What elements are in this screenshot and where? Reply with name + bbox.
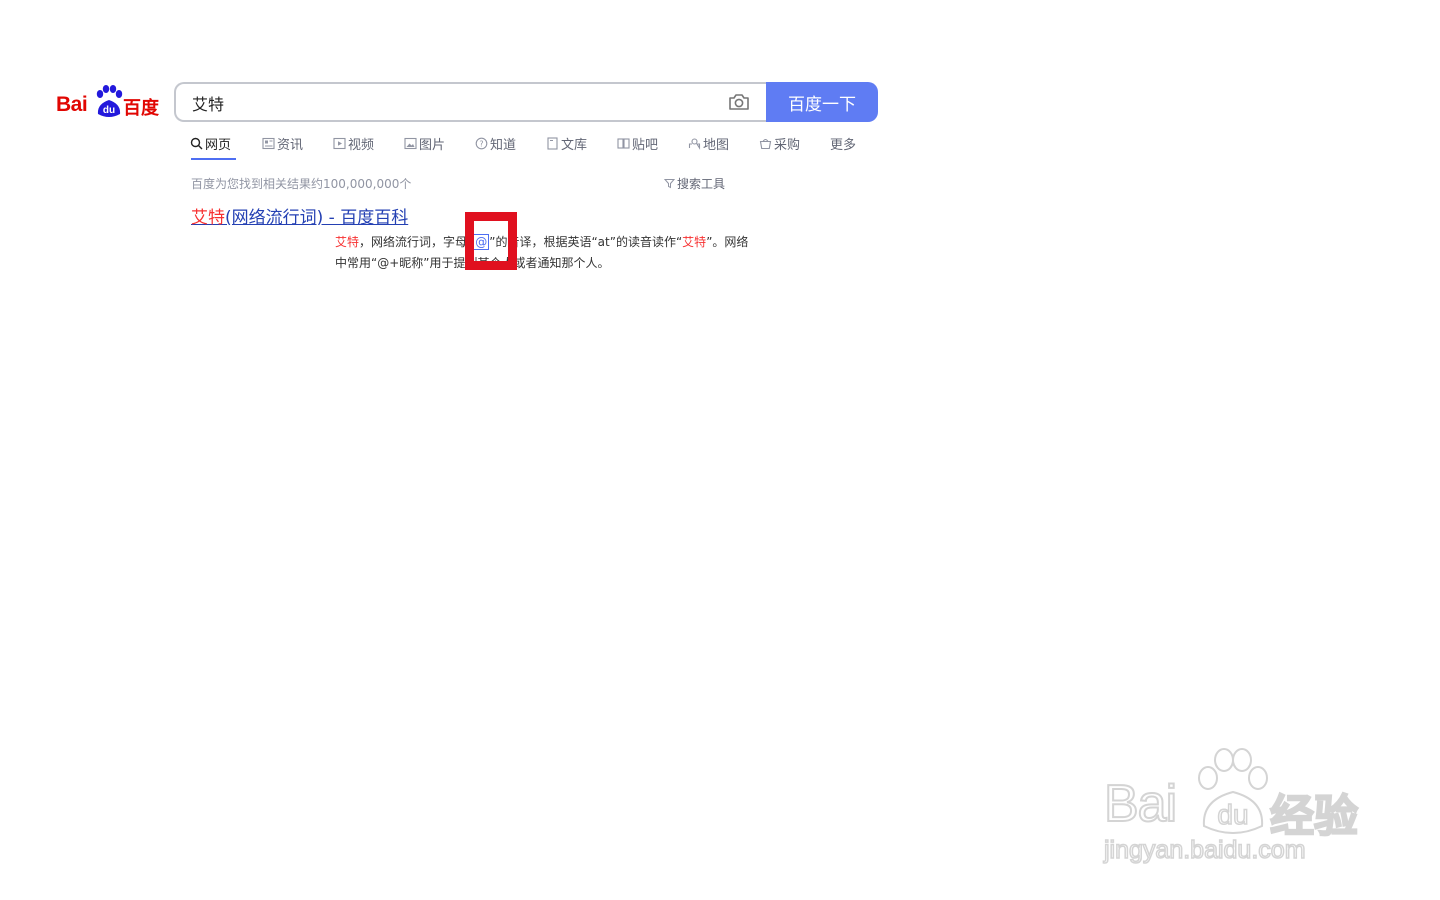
abstract-text: ”的音译，根据英语“at”的读音读作“ — [489, 235, 683, 249]
tab-purchase[interactable]: 采购 — [759, 134, 800, 153]
filter-icon — [664, 179, 675, 189]
tab-wenku[interactable]: 文库 — [546, 134, 587, 153]
jingyan-watermark: Bai du 经验 jingyan.baidu.com — [1100, 740, 1370, 870]
results-count: 百度为您找到相关结果约100,000,000个 — [191, 177, 412, 191]
tab-label: 采购 — [774, 138, 801, 153]
question-icon: ? — [475, 137, 488, 150]
document-icon — [547, 137, 558, 150]
abstract-highlight: 艾特 — [335, 235, 360, 249]
tab-news[interactable]: 资讯 — [262, 134, 303, 153]
search-tools-label: 搜索工具 — [677, 177, 726, 191]
tab-video[interactable]: 视频 — [333, 134, 374, 153]
watermark-paw-icon: du — [1198, 748, 1268, 834]
watermark-cn: 经验 — [1269, 790, 1359, 843]
abstract-text: ，网络流行词，字母“ — [359, 235, 474, 249]
logo-du-text: du — [103, 105, 115, 116]
baidu-logo[interactable]: Bai du 百度 — [56, 84, 160, 120]
logo-text-cn: 百度 — [123, 98, 159, 119]
tab-tieba[interactable]: 贴吧 — [617, 134, 658, 153]
watermark-du: du — [1217, 799, 1248, 830]
search-button[interactable]: 百度一下 — [766, 82, 878, 122]
tab-label: 贴吧 — [632, 138, 659, 153]
search-box — [174, 82, 766, 122]
tab-label: 地图 — [703, 138, 730, 153]
video-icon — [333, 137, 346, 150]
tab-label: 视频 — [348, 138, 375, 153]
camera-icon[interactable] — [728, 92, 750, 112]
result-abstract: 艾特，网络流行词，字母“ @ ”的音译，根据英语“at”的读音读作“艾特”。网络中常… — [335, 232, 755, 274]
news-icon — [262, 137, 275, 150]
tab-label: 资讯 — [277, 138, 304, 153]
tab-images[interactable]: 图片 — [404, 134, 445, 153]
watermark-bai: Bai — [1103, 774, 1178, 834]
active-tab-indicator — [191, 158, 236, 160]
search-input[interactable] — [190, 84, 714, 122]
tab-more[interactable]: 更多 — [830, 134, 856, 153]
tieba-icon — [617, 138, 630, 149]
paw-logo-icon: du — [96, 85, 123, 117]
tab-label: 网页 — [205, 138, 232, 153]
search-icon — [190, 137, 203, 150]
map-icon — [688, 138, 701, 150]
logo-text-bai: Bai — [56, 93, 88, 116]
tab-web[interactable]: 网页 — [190, 134, 231, 153]
result-title-link[interactable]: 艾特(网络流行词) - 百度百科 — [191, 203, 408, 228]
tab-map[interactable]: 地图 — [688, 134, 729, 153]
tab-label: 文库 — [561, 138, 588, 153]
svg-text:?: ? — [479, 140, 483, 149]
watermark-url: jingyan.baidu.com — [1103, 835, 1306, 865]
result-title-rest: (网络流行词) - 百度百科 — [225, 208, 409, 228]
at-symbol: @ — [473, 234, 490, 250]
tab-label: 更多 — [830, 138, 857, 153]
tab-label: 图片 — [419, 138, 446, 153]
search-tools-button[interactable]: 搜索工具 — [664, 175, 725, 192]
image-icon — [404, 137, 417, 150]
basket-icon — [759, 138, 772, 150]
tab-zhidao[interactable]: ? 知道 — [475, 134, 516, 153]
result-title-highlight: 艾特 — [191, 208, 225, 228]
tab-label: 知道 — [490, 138, 517, 153]
abstract-highlight: 艾特 — [682, 235, 707, 249]
